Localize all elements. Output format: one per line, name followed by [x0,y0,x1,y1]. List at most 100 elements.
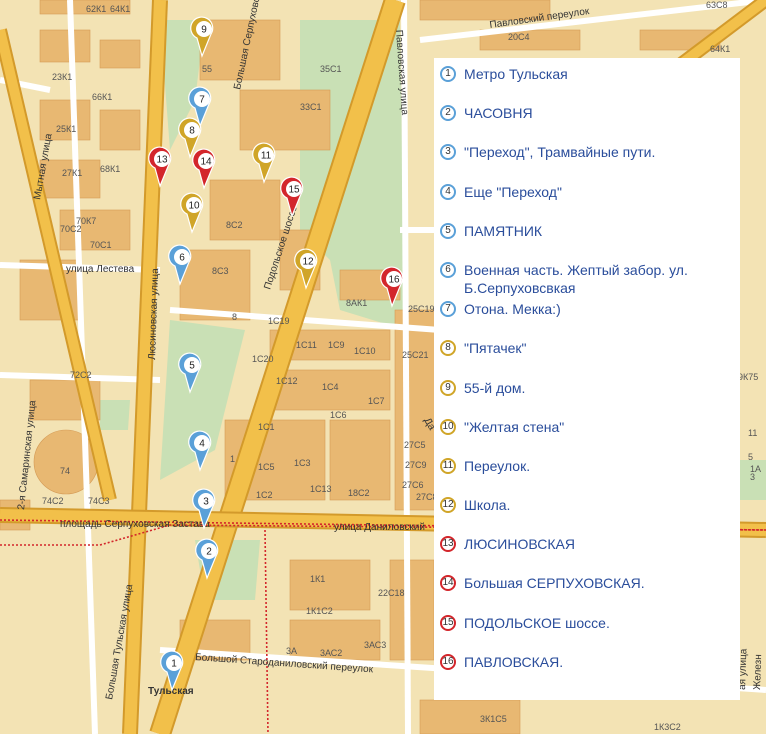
house-number-label: 70С1 [90,240,112,250]
legend-label: ЧАСОВНЯ [464,105,533,122]
house-number-label: 5 [748,452,753,462]
marker-number: 7 [199,95,205,106]
marker-number: 12 [302,257,314,268]
house-number-label: 18С2 [348,488,370,498]
house-number-label: 8С2 [226,220,243,230]
marker-number: 13 [156,155,168,166]
house-number-label: 68К1 [100,164,120,174]
legend-item-10[interactable]: 10 "Желтая стена" [440,415,740,454]
house-number-label: 62К1 [86,4,106,14]
legend-label: ПАМЯТНИК [464,222,543,239]
street-label-serpuhovskaya-pl: площадь Серпуховская Застава [60,519,210,530]
legend-item-9[interactable]: 9 55-й дом. [440,376,740,415]
legend-badge: 13 [440,536,456,553]
legend-badge: 7 [440,301,456,318]
house-number-label: 20С4 [508,32,530,42]
legend-badge: 2 [440,105,456,122]
legend-label: "Переход", Трамвайные пути. [464,144,656,161]
house-number-label: 27С5 [404,440,426,450]
legend-label: ПАВЛОВСКАЯ. [464,653,564,670]
legend-label: ЛЮСИНОВСКАЯ [464,536,575,553]
legend-item-13[interactable]: 13 ЛЮСИНОВСКАЯ [440,532,740,571]
house-number-label: 1С11 [296,340,317,350]
legend-item-11[interactable]: 11 Переулок. [440,454,740,493]
house-number-label: 66К1 [92,92,112,102]
house-number-label: 1К1 [310,574,325,584]
legend-label: Еще "Переход" [464,183,562,200]
house-number-label: 22С18 [378,588,405,598]
legend-badge: 6 [440,261,456,278]
house-number-label: 9К75 [738,372,758,382]
house-number-label: 3 [750,472,755,482]
legend-item-3[interactable]: 3 "Переход", Трамвайные пути. [440,140,740,179]
legend-item-4[interactable]: 4 Еще "Переход" [440,180,740,219]
legend-item-14[interactable]: 14 Большая СЕРПУХОВСКАЯ. [440,571,740,610]
legend-badge: 14 [440,575,456,592]
house-number-label: 25С21 [402,350,429,360]
legend-label: ПОДОЛЬСКОЕ шоссе. [464,614,610,631]
legend-item-5[interactable]: 5 ПАМЯТНИК [440,219,740,258]
legend-label: 55-й дом. [464,379,526,396]
legend-label: Переулок. [464,457,531,474]
house-number-label: 1С13 [310,484,332,494]
legend-label: Отона. Мекка:) [464,301,561,318]
house-number-label: 3К1С5 [480,714,507,724]
house-number-label: 70С2 [60,224,82,234]
legend-item-16[interactable]: 16 ПАВЛОВСКАЯ. [440,650,740,689]
legend-item-2[interactable]: 2 ЧАСОВНЯ [440,101,740,140]
house-number-label: 1К1С2 [306,606,333,616]
house-number-label: 1 [230,454,235,464]
house-number-label: 33С1 [300,102,322,112]
house-number-label: 1С2 [256,490,273,500]
legend-panel: 1 Метро Тульская 2 ЧАСОВНЯ 3 "Переход", Трамв… [434,58,740,700]
legend-badge: 12 [440,497,456,514]
marker-number: 10 [188,201,200,212]
house-number-label: 27С6 [402,480,424,490]
legend-label: Военная часть. Жептый забор. ул. Б.Серпу… [464,261,688,296]
house-number-label: 23К1 [52,72,72,82]
marker-number: 16 [388,275,400,286]
street-label-danilovsky: улица Даниловский [334,522,425,533]
legend-label: Школа. [464,497,511,514]
house-number-label: 8 [232,312,237,322]
legend-item-12[interactable]: 12 Школа. [440,493,740,532]
legend-item-8[interactable]: 8 "Пятачек" [440,336,740,375]
legend-item-7[interactable]: 7 Отона. Мекка:) [440,297,740,336]
house-number-label: 1С6 [330,410,347,420]
house-number-label: 8С3 [212,266,229,276]
house-number-label: 3А [286,646,297,656]
legend-badge: 5 [440,222,456,239]
house-number-label: 1С20 [252,354,274,364]
marker-number: 1 [171,659,177,670]
house-number-label: 64К1 [110,4,130,14]
marker-number: 2 [206,547,212,558]
house-number-label: 74С2 [42,496,64,506]
legend-badge: 9 [440,379,456,396]
house-number-label: 3АС2 [320,648,342,658]
house-number-label: 35С1 [320,64,342,74]
house-number-label: 1С1 [258,422,275,432]
house-number-label: 1С7 [368,396,385,406]
legend-item-15[interactable]: 15 ПОДОЛЬСКОЕ шоссе. [440,611,740,650]
marker-number: 11 [261,151,272,162]
legend-badge: 3 [440,144,456,161]
house-number-label: 1С19 [268,316,290,326]
house-number-label: 74 [60,466,70,476]
legend-item-6[interactable]: 6 Военная часть. Жептый забор. ул. Б.Серп… [440,258,740,297]
legend-badge: 8 [440,340,456,357]
legend-label: Метро Тульская [464,66,568,82]
house-number-label: 1С12 [276,376,298,386]
marker-number: 5 [189,361,195,372]
house-number-label: 25С19 [408,304,435,314]
house-number-label: 1К3С2 [654,722,681,732]
marker-number: 14 [200,157,212,168]
marker-number: 15 [288,185,300,196]
house-number-label: 74С3 [88,496,110,506]
house-number-label: 11 [748,428,757,438]
legend-item-1[interactable]: 1 Метро Тульская [440,62,740,101]
legend-badge: 16 [440,653,456,670]
house-number-label: 1С3 [294,458,311,468]
house-number-label: 8АК1 [346,298,367,308]
house-number-label: 25К1 [56,124,76,134]
marker-number: 8 [189,126,195,137]
